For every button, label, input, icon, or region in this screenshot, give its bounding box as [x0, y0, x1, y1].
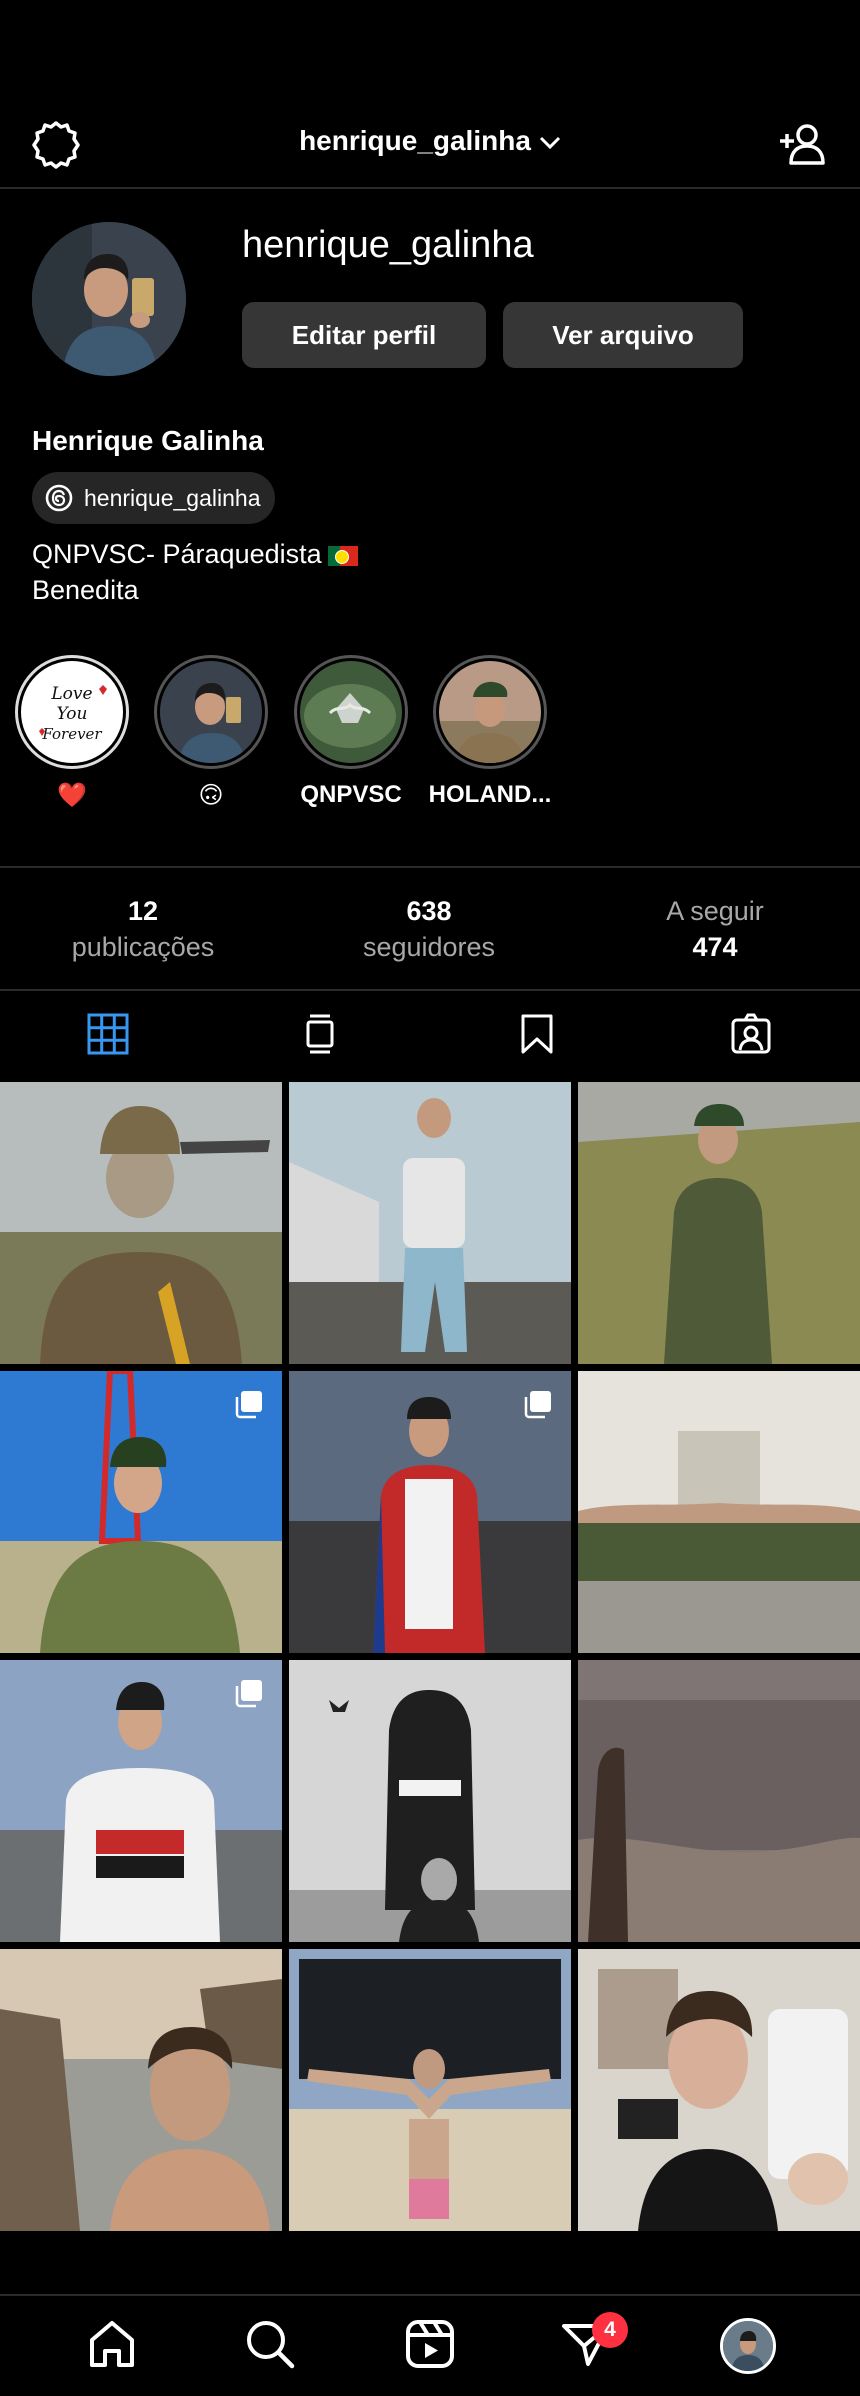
svg-text:Forever: Forever: [41, 725, 102, 743]
posts-label: publicações: [71, 932, 215, 962]
beach-shore-photo-icon: [578, 1660, 860, 1942]
followers-label: seguidores: [362, 932, 496, 962]
bio-line-1: QNPVSC- Páraquedista: [32, 539, 322, 569]
svg-text:Love: Love: [50, 684, 92, 704]
threads-icon: [45, 484, 73, 512]
festival-stage-photo-icon: [289, 1949, 571, 2231]
svg-text:You: You: [57, 704, 88, 724]
saved-icon[interactable]: [515, 1012, 559, 1056]
portrait-photo-icon: [439, 661, 541, 763]
soldier-green-beret-field-photo-icon: [578, 1082, 860, 1364]
bio: QNPVSC- Páraquedista Benedita: [32, 536, 358, 608]
reels-icon[interactable]: [402, 2316, 458, 2372]
reels-feed-icon[interactable]: [298, 1012, 342, 1056]
profile-username: henrique_galinha: [242, 224, 534, 266]
search-icon[interactable]: [242, 2316, 298, 2372]
post-tile[interactable]: [578, 1082, 860, 1364]
post-tile[interactable]: [289, 1371, 571, 1653]
bio-line-2: Benedita: [32, 575, 139, 605]
smile-sunset-coast-photo-icon: [0, 1949, 282, 2231]
top-bar: henrique_galinha: [0, 105, 860, 189]
love-you-forever-art-icon: Love You Forever: [21, 661, 123, 763]
following-stat[interactable]: A seguir 474: [572, 893, 858, 965]
beret-badge-photo-icon: [300, 661, 402, 763]
add-user-icon[interactable]: [776, 117, 830, 171]
batman-statue-bw-photo-icon: [289, 1660, 571, 1942]
man-white-tee-road-photo-icon: [289, 1082, 571, 1364]
grid-icon[interactable]: [86, 1012, 130, 1056]
highlight-item[interactable]: 🙃: [149, 655, 273, 810]
multiple-photos-icon: [524, 1391, 551, 1419]
highlight-label: QNPVSC: [300, 781, 402, 808]
post-tile[interactable]: [289, 1949, 571, 2231]
multiple-photos-icon: [235, 1680, 262, 1708]
post-tile[interactable]: [0, 1660, 282, 1942]
stats-divider-top: [0, 866, 860, 868]
post-tile[interactable]: [578, 1949, 860, 2231]
highlight-label: 🙃: [198, 782, 224, 809]
post-tile[interactable]: [0, 1082, 282, 1364]
followers-count: 638: [406, 896, 452, 926]
post-tile[interactable]: [289, 1660, 571, 1942]
portugal-flag-icon: [327, 545, 358, 566]
highlight-item[interactable]: QNPVSC: [289, 655, 413, 809]
highlight-label: ❤️: [57, 782, 87, 809]
profile-nav-avatar[interactable]: [720, 2318, 776, 2374]
header-username: henrique_galinha: [299, 125, 531, 156]
post-tile[interactable]: [0, 1949, 282, 2231]
threads-link[interactable]: henrique_galinha: [32, 472, 275, 524]
post-tile[interactable]: [289, 1082, 571, 1364]
full-name: Henrique Galinha: [32, 425, 264, 456]
highlight-label: HOLAND...: [428, 781, 552, 808]
edit-profile-button[interactable]: Editar perfil: [242, 302, 486, 368]
following-label: A seguir: [666, 896, 764, 926]
posts-stat: 12 publicações: [0, 893, 286, 965]
selfie-photo-icon: [160, 661, 262, 763]
chevron-down-icon: [539, 136, 560, 149]
threads-handle: henrique_galinha: [84, 484, 261, 511]
multiple-photos-icon: [235, 1391, 262, 1419]
profile-tabs: [0, 990, 860, 1080]
profile-avatar[interactable]: [32, 222, 186, 376]
post-tile[interactable]: [0, 1371, 282, 1653]
post-tile[interactable]: [578, 1660, 860, 1942]
followers-stat[interactable]: 638 seguidores: [286, 893, 572, 965]
soldier-tarmac-photo-icon: [0, 1082, 282, 1364]
mirror-selfie-phone-photo-icon: [578, 1949, 860, 2231]
account-switcher[interactable]: henrique_galinha: [0, 125, 860, 157]
post-tile[interactable]: [578, 1371, 860, 1653]
header-divider: [0, 187, 860, 189]
view-archive-button[interactable]: Ver arquivo: [503, 302, 743, 368]
highlight-item[interactable]: HOLAND...: [428, 655, 552, 809]
notifications-badge: 4: [592, 2312, 628, 2348]
following-count: 474: [692, 932, 738, 962]
home-icon[interactable]: [84, 2316, 140, 2372]
posts-count: 12: [127, 896, 159, 926]
highlight-item[interactable]: Love You Forever ❤️: [10, 655, 134, 810]
tagged-icon[interactable]: [729, 1012, 773, 1056]
group-soldiers-hall-photo-icon: [578, 1371, 860, 1653]
